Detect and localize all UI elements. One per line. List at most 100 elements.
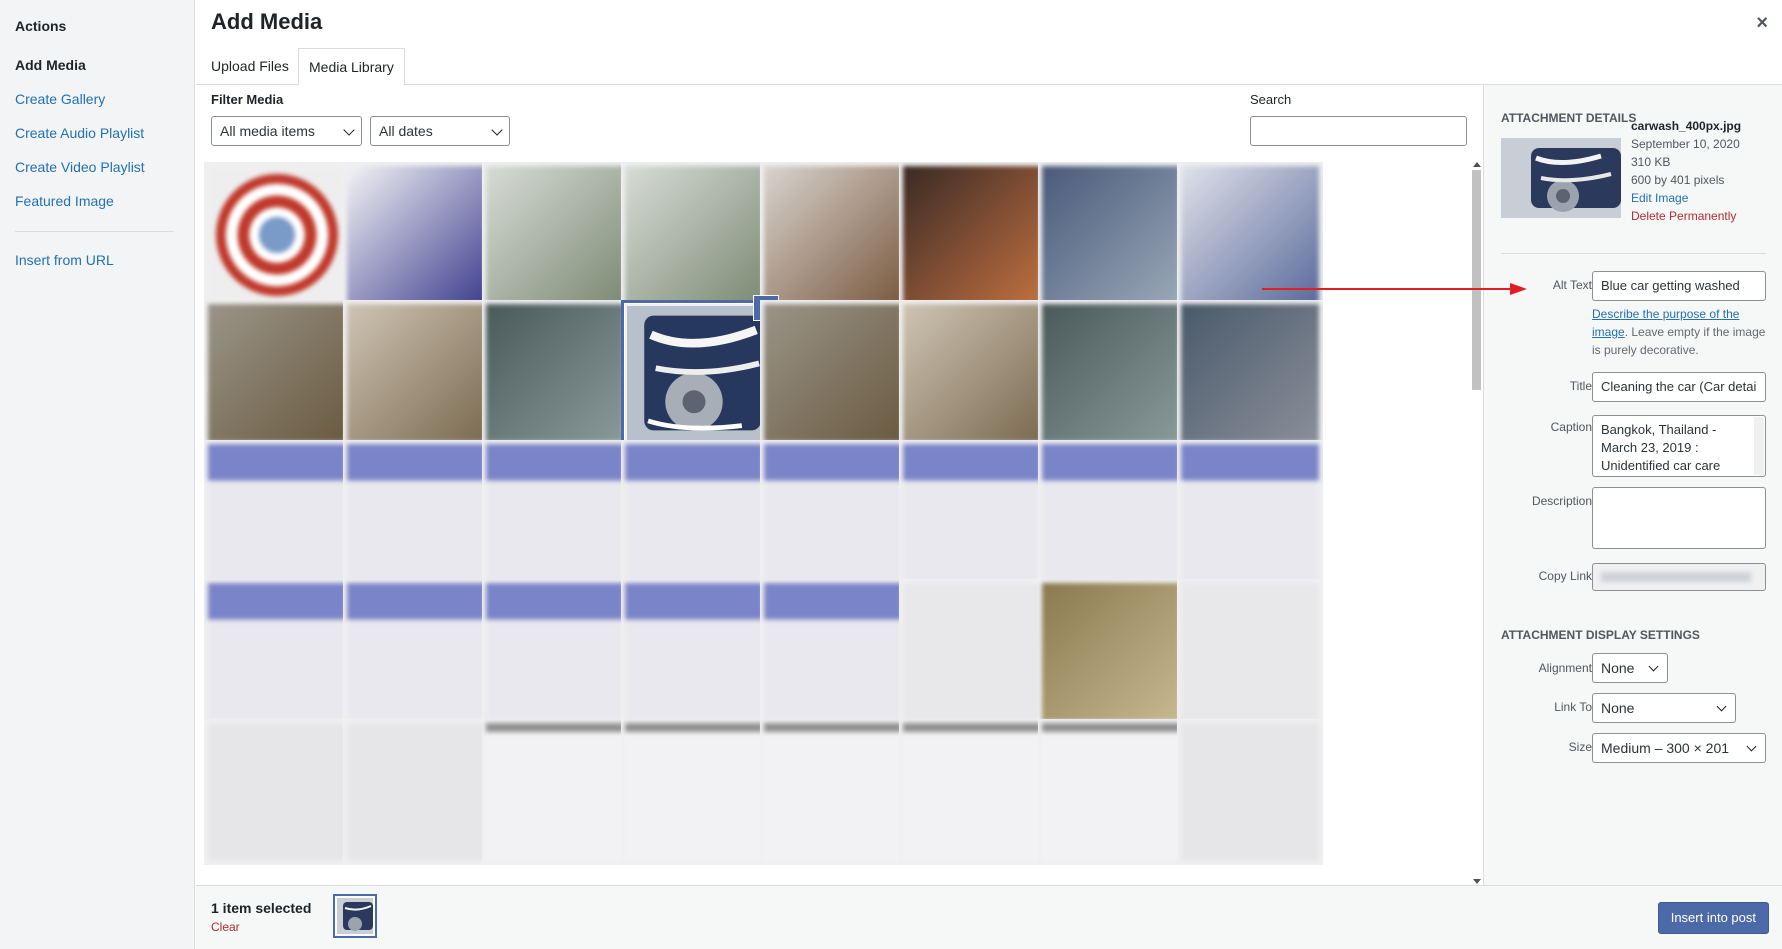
close-icon[interactable]: × (1756, 12, 1768, 35)
media-thumbnail[interactable] (621, 300, 767, 446)
scroll-down-icon[interactable] (1473, 879, 1481, 884)
alignment-select[interactable]: None (1592, 653, 1668, 683)
media-thumbnail[interactable] (899, 440, 1045, 586)
media-thumbnail[interactable] (1038, 162, 1184, 308)
alt-text-field[interactable]: Blue car getting washed (1592, 271, 1766, 301)
details-divider (1501, 253, 1766, 254)
media-thumbnail[interactable] (899, 300, 1045, 446)
actions-sidebar: Actions Add Media Create Gallery Create … (0, 0, 195, 949)
thumbnail-image (1042, 723, 1180, 861)
media-thumbnail[interactable] (204, 579, 350, 725)
thumbnail-image (1181, 723, 1319, 861)
size-select[interactable]: Medium – 300 × 201 (1592, 733, 1766, 763)
attachment-filename: carwash_400px.jpg (1631, 119, 1742, 133)
insert-into-post-button[interactable]: Insert into post (1657, 902, 1769, 934)
media-tabs: Upload Files Media Library (196, 48, 1782, 86)
thumbnail-image (1042, 444, 1180, 582)
sidebar-item-featured-image[interactable]: Featured Image (15, 193, 114, 209)
scroll-thumb[interactable] (1472, 170, 1481, 390)
sidebar-item-add-media[interactable]: Add Media (15, 57, 86, 73)
selected-item-thumbnail[interactable] (333, 894, 377, 938)
copy-link-field[interactable] (1592, 563, 1766, 591)
thumbnail-image (627, 306, 761, 440)
media-thumbnail[interactable] (621, 162, 767, 308)
media-thumbnail[interactable] (343, 300, 489, 446)
media-thumbnail[interactable] (1038, 719, 1184, 865)
media-thumbnail[interactable] (1038, 440, 1184, 586)
media-thumbnail[interactable] (343, 719, 489, 865)
thumbnail-image (903, 166, 1041, 304)
caption-field[interactable]: Bangkok, Thailand - March 23, 2019 : Uni… (1592, 415, 1766, 477)
thumbnail-image (625, 723, 763, 861)
thumbnail-image (625, 583, 763, 721)
media-thumbnail[interactable] (343, 440, 489, 586)
media-thumbnail[interactable] (204, 162, 350, 308)
chevron-down-icon (1648, 661, 1659, 672)
display-settings-heading: Attachment Display Settings (1501, 628, 1700, 642)
media-thumbnail[interactable] (621, 440, 767, 586)
caption-scrollbar[interactable] (1754, 417, 1764, 475)
thumbnail-image (903, 304, 1041, 442)
media-thumbnail[interactable] (621, 719, 767, 865)
description-field[interactable] (1592, 487, 1766, 549)
thumbnail-image (486, 583, 624, 721)
sidebar-item-create-audio-playlist[interactable]: Create Audio Playlist (15, 125, 144, 141)
tab-media-library[interactable]: Media Library (298, 48, 405, 86)
sidebar-item-create-video-playlist[interactable]: Create Video Playlist (15, 159, 145, 175)
thumbnail-image (208, 444, 346, 582)
media-thumbnail[interactable] (204, 719, 350, 865)
media-thumbnail[interactable] (1177, 719, 1323, 865)
media-grid: ✓ (196, 162, 1468, 884)
annotation-arrow (1262, 283, 1527, 295)
media-thumbnail[interactable] (760, 162, 906, 308)
grid-scrollbar[interactable] (1471, 162, 1482, 884)
media-type-select[interactable]: All media items (211, 116, 362, 146)
media-thumbnail[interactable] (899, 719, 1045, 865)
alignment-label: Alignment (1538, 661, 1592, 675)
media-thumbnail[interactable] (482, 440, 628, 586)
sidebar-item-insert-from-url[interactable]: Insert from URL (15, 252, 114, 268)
thumbnail-image (1042, 304, 1180, 442)
media-thumbnail[interactable] (899, 162, 1045, 308)
scroll-up-icon[interactable] (1473, 162, 1481, 167)
media-thumbnail[interactable] (1038, 300, 1184, 446)
media-thumbnail[interactable] (204, 440, 350, 586)
media-thumbnail[interactable] (1177, 440, 1323, 586)
media-thumbnail[interactable] (760, 300, 906, 446)
media-thumbnail[interactable] (760, 719, 906, 865)
sidebar-item-create-gallery[interactable]: Create Gallery (15, 91, 105, 107)
edit-image-link[interactable]: Edit Image (1631, 191, 1688, 205)
link-to-select[interactable]: None (1592, 693, 1736, 723)
media-thumbnail[interactable] (760, 440, 906, 586)
media-thumbnail[interactable] (1177, 300, 1323, 446)
media-thumbnail[interactable] (1038, 579, 1184, 725)
attachment-filesize: 310 KB (1631, 155, 1671, 169)
thumbnail-image (764, 166, 902, 304)
media-thumbnail[interactable] (760, 579, 906, 725)
delete-permanently-link[interactable]: Delete Permanently (1631, 209, 1736, 223)
thumbnail-image (1181, 583, 1319, 721)
media-thumbnail[interactable] (899, 579, 1045, 725)
media-thumbnail[interactable] (1177, 579, 1323, 725)
chevron-down-icon (1716, 701, 1727, 712)
thumbnail-image (208, 583, 346, 721)
media-thumbnail[interactable] (343, 162, 489, 308)
media-thumbnail[interactable] (204, 300, 350, 446)
media-date-select[interactable]: All dates (370, 116, 510, 146)
media-thumbnail[interactable] (621, 579, 767, 725)
media-thumbnail[interactable] (482, 719, 628, 865)
title-field[interactable]: Cleaning the car (Car detai (1592, 372, 1766, 402)
clear-selection-link[interactable]: Clear (211, 920, 240, 934)
media-thumbnail[interactable] (482, 162, 628, 308)
media-thumbnail[interactable] (343, 579, 489, 725)
tab-upload-files[interactable]: Upload Files (201, 48, 299, 85)
thumbnail-image (1042, 166, 1180, 304)
attachment-thumbnail (1501, 138, 1621, 218)
search-label: Search (1250, 92, 1292, 107)
title-label: Title (1569, 379, 1592, 393)
attachment-details-panel: Attachment Details carwash_400px.jpg Sep… (1483, 85, 1782, 885)
media-thumbnail[interactable] (482, 579, 628, 725)
thumbnail-image (208, 166, 346, 304)
media-thumbnail[interactable] (482, 300, 628, 446)
search-input[interactable] (1250, 116, 1467, 146)
